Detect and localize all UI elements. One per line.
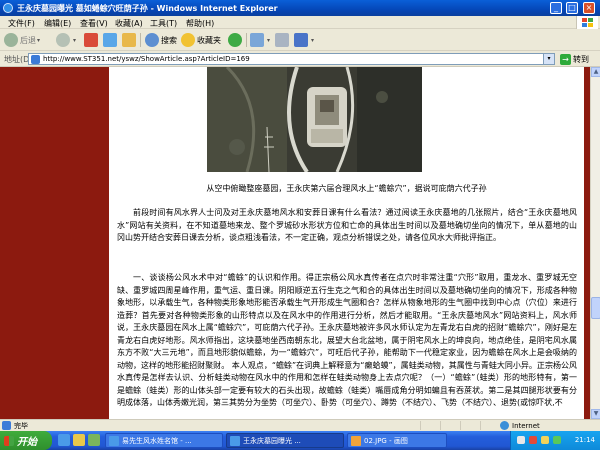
mail-dropdown-icon[interactable]: ▾ bbox=[267, 37, 270, 44]
globe-icon bbox=[500, 421, 509, 430]
menu-view[interactable]: 查看(V) bbox=[80, 18, 108, 29]
mail-button[interactable]: ▾ bbox=[250, 32, 270, 48]
ie-icon bbox=[230, 435, 240, 446]
title-bar: 王永庆墓园曝光 墓如蜷蜍穴旺荫子孙 - Windows Internet Exp… bbox=[0, 0, 600, 16]
windows-flag-icon bbox=[4, 435, 14, 446]
menu-bar: 文件(F) 编辑(E) 查看(V) 收藏(A) 工具(T) 帮助(H) bbox=[0, 16, 600, 29]
go-button[interactable]: → 转到 bbox=[560, 53, 589, 65]
cemetery-aerial-photo bbox=[207, 67, 422, 172]
scroll-down-icon[interactable]: ▼ bbox=[591, 409, 600, 419]
close-button[interactable]: × bbox=[583, 2, 595, 14]
taskbar-item-label: 02.JPG - 画图 bbox=[364, 436, 408, 445]
history-icon bbox=[228, 33, 242, 47]
maximize-button[interactable]: □ bbox=[566, 2, 578, 14]
favorites-label: 收藏夹 bbox=[197, 35, 221, 45]
home-icon bbox=[122, 33, 136, 47]
forward-dropdown-icon[interactable]: ▾ bbox=[73, 37, 76, 44]
scroll-up-icon[interactable]: ▲ bbox=[591, 67, 600, 77]
start-label: 开始 bbox=[17, 437, 37, 448]
photo-caption: 从空中俯瞰整座墓园，王永庆第六届合理风水上“蟾蜍穴”，据说可庇荫六代子孙 bbox=[206, 184, 487, 193]
taskbar: 开始 易先生风水姓名馆 - ... 王永庆墓园曝光 ... 02.JPG - 画… bbox=[0, 431, 600, 450]
forward-arrow-icon bbox=[56, 33, 70, 47]
word-icon bbox=[294, 33, 308, 47]
ie-icon bbox=[109, 435, 119, 446]
home-button[interactable] bbox=[122, 32, 138, 48]
security-zone: Internet bbox=[500, 421, 540, 430]
address-dropdown-icon[interactable]: ▾ bbox=[543, 54, 554, 64]
address-input[interactable]: http://www.ST351.net/yswz/ShowArticle.as… bbox=[28, 53, 555, 65]
scroll-thumb[interactable] bbox=[591, 297, 600, 319]
system-tray: 21:14 bbox=[510, 431, 600, 450]
taskbar-item[interactable]: 易先生风水姓名馆 - ... bbox=[105, 433, 223, 448]
menu-file[interactable]: 文件(F) bbox=[8, 18, 35, 29]
vertical-scrollbar[interactable]: ▲ ▼ bbox=[590, 67, 600, 429]
mail-icon bbox=[250, 33, 264, 47]
windows-logo-icon bbox=[576, 16, 598, 29]
print-button[interactable] bbox=[275, 32, 291, 48]
back-button[interactable]: 后退 ▾ bbox=[4, 32, 40, 48]
status-cell bbox=[460, 421, 478, 430]
address-url[interactable]: http://www.ST351.net/yswz/ShowArticle.as… bbox=[43, 55, 250, 63]
toolbar-separator bbox=[140, 33, 141, 47]
back-arrow-icon bbox=[4, 33, 18, 47]
status-text: 完毕 bbox=[14, 422, 28, 430]
edit-dropdown-icon[interactable]: ▾ bbox=[311, 37, 314, 44]
refresh-icon bbox=[103, 33, 117, 47]
status-bar: 完毕 Internet bbox=[0, 419, 600, 431]
article-paragraph: 前段时间有风水界人士问及对王永庆墓地风水和安葬日课有什么看法？通过阅读王永庆墓地… bbox=[117, 208, 577, 242]
history-button[interactable] bbox=[228, 32, 244, 48]
stop-button[interactable] bbox=[84, 32, 100, 48]
back-dropdown-icon[interactable]: ▾ bbox=[37, 37, 40, 44]
article-page: 从空中俯瞰整座墓园，王永庆第六届合理风水上“蟾蜍穴”，据说可庇荫六代子孙 前段时… bbox=[109, 67, 584, 429]
page-status-icon bbox=[2, 421, 11, 430]
zone-label: Internet bbox=[512, 421, 540, 430]
paint-icon bbox=[351, 435, 361, 446]
ie-icon bbox=[3, 3, 13, 13]
forward-button[interactable]: ▾ bbox=[56, 32, 76, 48]
quicklaunch-app-icon[interactable] bbox=[88, 434, 100, 446]
favorites-button[interactable]: 收藏夹 bbox=[181, 32, 221, 48]
toolbar-separator bbox=[246, 33, 247, 47]
taskbar-item[interactable]: 02.JPG - 画图 bbox=[347, 433, 447, 448]
status-cell bbox=[440, 421, 458, 430]
network-icon[interactable] bbox=[517, 436, 525, 444]
menu-help[interactable]: 帮助(H) bbox=[186, 18, 214, 29]
search-icon bbox=[145, 33, 159, 47]
quicklaunch-ie-icon[interactable] bbox=[58, 434, 70, 446]
go-label: 转到 bbox=[573, 54, 589, 64]
status-cell bbox=[420, 421, 438, 430]
print-icon bbox=[275, 33, 289, 47]
antivirus-icon[interactable] bbox=[529, 436, 537, 444]
refresh-button[interactable] bbox=[103, 32, 119, 48]
article-paragraph: 一、谈谈杨公风水术中对“蟾蜍”的认识和作用。得正宗杨公风水真传者在点穴时非常注重… bbox=[117, 273, 577, 407]
star-icon bbox=[181, 33, 195, 47]
menu-edit[interactable]: 编辑(E) bbox=[44, 18, 71, 29]
window-title: 王永庆墓园曝光 墓如蜷蜍穴旺荫子孙 - Windows Internet Exp… bbox=[17, 4, 278, 13]
clock[interactable]: 21:14 bbox=[575, 436, 595, 444]
menu-favorites[interactable]: 收藏(A) bbox=[115, 18, 143, 29]
go-arrow-icon: → bbox=[560, 53, 571, 65]
status-cell bbox=[480, 421, 498, 430]
start-button[interactable]: 开始 bbox=[0, 431, 52, 450]
taskbar-item-label: 王永庆墓园曝光 ... bbox=[243, 436, 301, 445]
menu-tools[interactable]: 工具(T) bbox=[150, 18, 177, 29]
taskbar-item-label: 易先生风水姓名馆 - ... bbox=[122, 436, 192, 445]
volume-icon[interactable] bbox=[541, 436, 549, 444]
search-button[interactable]: 搜索 bbox=[145, 32, 177, 48]
back-label: 后退 bbox=[20, 35, 36, 45]
page-icon bbox=[31, 55, 40, 64]
input-method-icon[interactable] bbox=[553, 436, 561, 444]
quicklaunch-folder-icon[interactable] bbox=[73, 434, 85, 446]
edit-button[interactable]: ▾ bbox=[294, 32, 314, 48]
address-bar: 地址(D) http://www.ST351.net/yswz/ShowArti… bbox=[0, 51, 600, 67]
minimize-button[interactable]: _ bbox=[550, 2, 562, 14]
ie-window: 王永庆墓园曝光 墓如蜷蜍穴旺荫子孙 - Windows Internet Exp… bbox=[0, 0, 600, 450]
toolbar: 后退 ▾ ▾ 搜索 收藏夹 ▾ ▾ bbox=[0, 29, 600, 51]
taskbar-item[interactable]: 王永庆墓园曝光 ... bbox=[226, 433, 344, 448]
search-label: 搜索 bbox=[161, 35, 177, 45]
page-viewport: 从空中俯瞰整座墓园，王永庆第六届合理风水上“蟾蜍穴”，据说可庇荫六代子孙 前段时… bbox=[0, 67, 590, 429]
stop-icon bbox=[84, 33, 98, 47]
